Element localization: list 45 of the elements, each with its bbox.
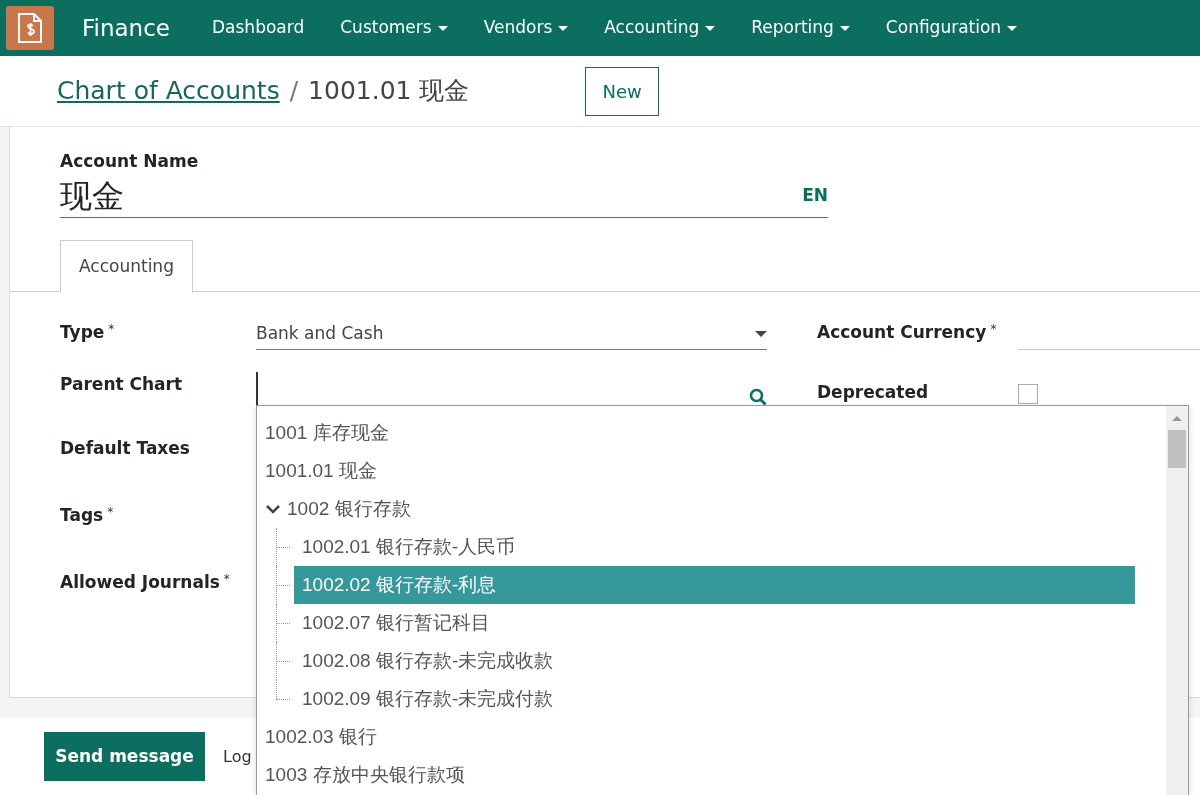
tree-item[interactable]: 1002.09 银行存款-未完成付款 bbox=[294, 680, 1135, 718]
checkbox[interactable] bbox=[1018, 383, 1038, 404]
field-label: Parent Chart bbox=[60, 373, 183, 394]
tree-item[interactable]: 1002.07 银行暂记科目 bbox=[294, 604, 1135, 642]
select-field[interactable]: Bank and Cash bbox=[256, 309, 767, 350]
menu-item[interactable]: Vendors bbox=[465, 15, 587, 41]
menu-item[interactable]: Accounting bbox=[586, 15, 734, 41]
new-button[interactable]: New bbox=[585, 66, 659, 116]
tree-item[interactable]: 1002.01 银行存款-人民币 bbox=[294, 528, 1135, 566]
tree-item[interactable]: 1002.08 银行存款-未完成收款 bbox=[294, 642, 1135, 680]
field-label: Type bbox=[60, 321, 105, 342]
tree-item[interactable]: 1002 银行存款 bbox=[257, 490, 1135, 528]
tab[interactable]: Accounting bbox=[60, 239, 193, 293]
tree-item[interactable]: 1001 库存现金 bbox=[257, 414, 1135, 452]
chevron-icon[interactable] bbox=[265, 503, 281, 515]
tree-item[interactable]: 1003 存放中央银行款项 bbox=[257, 756, 1135, 794]
required-mark: * bbox=[990, 321, 997, 336]
breadcrumb-current: 1001.01 现金 bbox=[308, 75, 470, 108]
menu-item[interactable]: Reporting bbox=[733, 15, 868, 41]
menu-item[interactable]: Configuration bbox=[867, 15, 1036, 41]
breadcrumb-link[interactable]: Chart of Accounts bbox=[57, 72, 280, 110]
menu-item[interactable]: Customers bbox=[322, 15, 466, 41]
menu-item[interactable]: Dashboard bbox=[194, 15, 323, 41]
required-mark: * bbox=[108, 321, 115, 336]
field-label: Account Name bbox=[60, 150, 200, 173]
tree-item[interactable]: 1001.01 现金 bbox=[257, 452, 1135, 490]
field-label: Deprecated bbox=[817, 381, 929, 402]
search-icon[interactable] bbox=[749, 387, 767, 406]
send-message-button[interactable]: Send message bbox=[44, 731, 205, 782]
language-button[interactable]: EN bbox=[802, 182, 828, 209]
tree-item[interactable]: 1002.03 银行 bbox=[257, 718, 1135, 756]
required-mark: * bbox=[107, 504, 114, 519]
required-mark: * bbox=[223, 571, 230, 586]
field-label: Account Currency bbox=[817, 321, 987, 342]
app-name: Finance bbox=[82, 13, 170, 43]
field-label: Allowed Journals bbox=[60, 571, 220, 592]
scrollbar[interactable] bbox=[1166, 406, 1188, 795]
account-name-field[interactable]: 现金 bbox=[60, 174, 124, 217]
breadcrumb-separator: / bbox=[289, 75, 299, 108]
scroll-up-icon[interactable] bbox=[1171, 414, 1183, 422]
field-label: Tags bbox=[60, 504, 104, 525]
log-button[interactable]: Log bbox=[223, 744, 252, 769]
app-logo-icon[interactable] bbox=[6, 6, 54, 50]
scrollbar-thumb[interactable] bbox=[1168, 430, 1186, 468]
field-label: Default Taxes bbox=[60, 437, 190, 458]
